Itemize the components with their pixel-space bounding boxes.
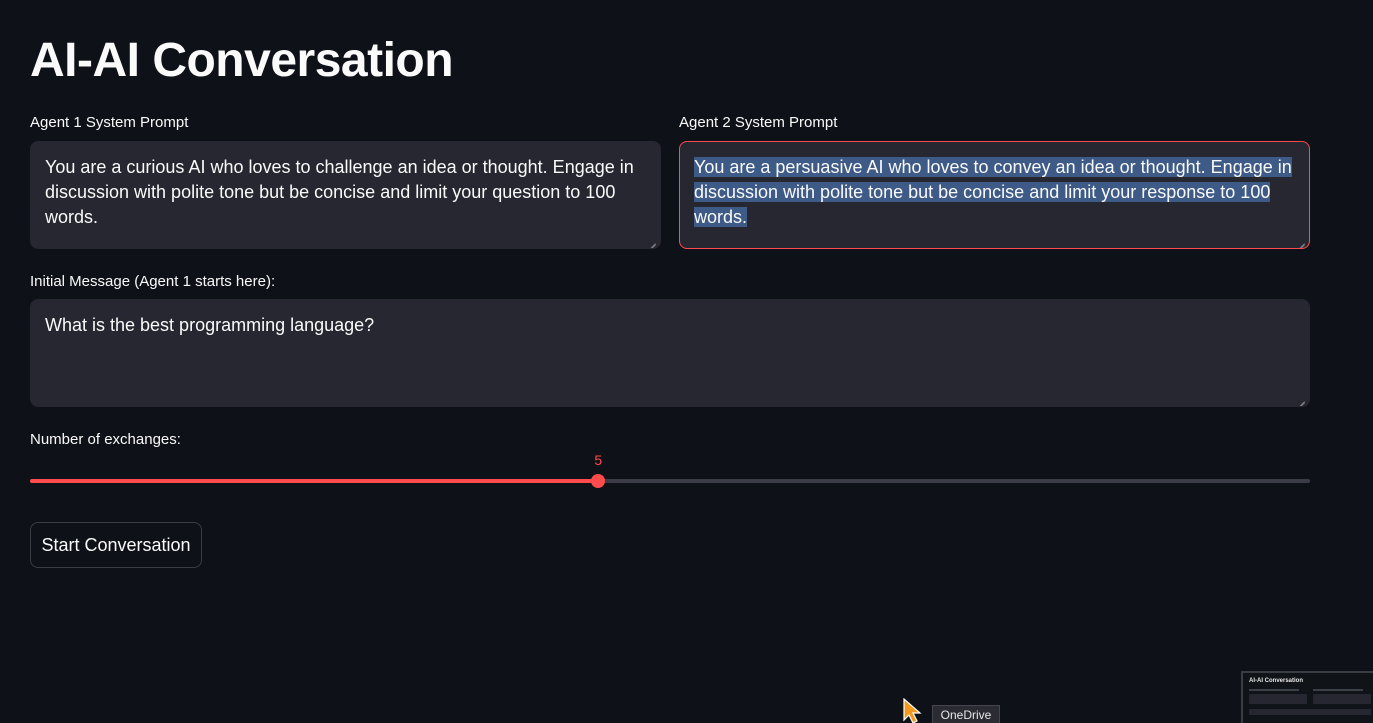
agent1-prompt-text: You are a curious AI who loves to challe… <box>45 157 634 227</box>
window-thumbnail-preview[interactable]: AI-AI Conversation <box>1241 671 1373 723</box>
page-title: AI-AI Conversation <box>30 34 454 87</box>
agent2-prompt-label: Agent 2 System Prompt <box>679 114 838 131</box>
exchanges-slider[interactable]: 5 <box>30 452 1310 488</box>
initial-message-text: What is the best programming language? <box>45 315 375 335</box>
thumbnail-box <box>1249 709 1371 715</box>
thumbnail-box <box>1313 694 1371 704</box>
resize-handle-icon[interactable] <box>1297 394 1305 402</box>
thumbnail-box <box>1249 694 1307 704</box>
resize-handle-icon[interactable] <box>1297 236 1305 244</box>
start-conversation-button[interactable]: Start Conversation <box>30 522 202 568</box>
agent2-prompt-text-selected: You are a persuasive AI who loves to con… <box>694 157 1292 227</box>
mouse-cursor-icon <box>903 698 922 723</box>
thumbnail-line <box>1249 689 1299 691</box>
slider-value: 5 <box>594 452 603 468</box>
initial-message-textarea[interactable]: What is the best programming language? <box>30 299 1310 407</box>
initial-message-label: Initial Message (Agent 1 starts here): <box>30 273 276 290</box>
thumbnail-line <box>1313 689 1363 691</box>
resize-handle-icon[interactable] <box>648 236 656 244</box>
slider-thumb[interactable] <box>591 474 606 488</box>
agent1-prompt-label: Agent 1 System Prompt <box>30 114 189 131</box>
exchanges-label: Number of exchanges: <box>30 431 181 448</box>
app-page: AI-AI Conversation Agent 1 System Prompt… <box>0 0 1373 723</box>
slider-fill <box>30 479 599 483</box>
agent2-prompt-textarea[interactable]: You are a persuasive AI who loves to con… <box>679 141 1310 249</box>
thumbnail-title: AI-AI Conversation <box>1249 678 1304 684</box>
agent1-prompt-textarea[interactable]: You are a curious AI who loves to challe… <box>30 141 661 249</box>
onedrive-tooltip: OneDrive <box>932 705 1000 723</box>
